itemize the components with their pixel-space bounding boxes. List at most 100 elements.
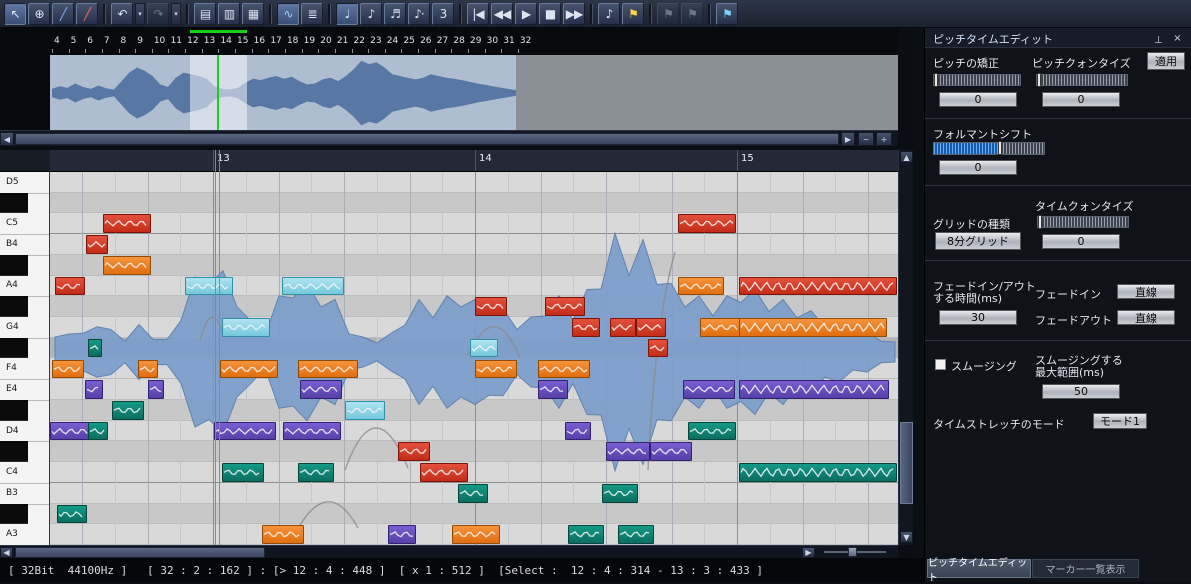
note-block[interactable]	[103, 214, 151, 233]
piano-key-C#5[interactable]	[0, 193, 28, 214]
note-block[interactable]	[452, 525, 500, 544]
play-button-icon[interactable]: ▶	[515, 3, 537, 25]
pin-icon[interactable]: ⊤	[1150, 30, 1167, 47]
piano-key-F4[interactable]: F4	[6, 363, 17, 373]
scroll-right-icon[interactable]: ▶	[802, 547, 815, 558]
pitch-quantize-value[interactable]: 0	[1042, 92, 1120, 107]
note-block[interactable]	[112, 401, 144, 420]
note-block[interactable]	[420, 463, 468, 482]
eraser-tool-icon[interactable]: ╱	[76, 3, 98, 25]
note-block[interactable]	[52, 360, 84, 379]
note-block[interactable]	[648, 339, 668, 358]
piano-key-C4[interactable]: C4	[6, 467, 18, 477]
note-block[interactable]	[298, 463, 334, 482]
note-block[interactable]	[683, 380, 735, 399]
note-block[interactable]	[185, 277, 233, 296]
note-block[interactable]	[606, 442, 650, 461]
fast-forward-button-icon[interactable]: ▶▶	[563, 3, 585, 25]
fade-out-button[interactable]: 直線	[1117, 310, 1175, 325]
note-block[interactable]	[283, 422, 341, 441]
note-block[interactable]	[602, 484, 638, 503]
note-block[interactable]	[85, 380, 103, 399]
zoom-slider-handle[interactable]	[848, 547, 857, 557]
formant-shift-value[interactable]: 0	[939, 160, 1017, 175]
note-block[interactable]	[545, 297, 585, 316]
note-block[interactable]	[300, 380, 342, 399]
note-quarter-button-icon[interactable]: ♩	[336, 3, 358, 25]
note-block[interactable]	[739, 463, 897, 482]
grid-type-button[interactable]: 8分グリッド	[935, 232, 1021, 250]
scroll-left-icon[interactable]: ◀	[0, 547, 13, 558]
note-block[interactable]	[88, 422, 108, 441]
note-edit-button-icon[interactable]: ♪	[598, 3, 620, 25]
note-block[interactable]	[565, 422, 591, 441]
time-stretch-mode-button[interactable]: モード1	[1093, 413, 1147, 429]
meter-window-button-icon[interactable]: ▦	[242, 3, 264, 25]
piano-key-C5[interactable]: C5	[6, 218, 18, 228]
note-block[interactable]	[222, 318, 270, 337]
pen-tool-icon[interactable]: ╱	[52, 3, 74, 25]
scroll-up-icon[interactable]: ▲	[900, 151, 913, 163]
formant-shift-slider[interactable]	[933, 142, 1045, 155]
pitch-correction-slider[interactable]	[933, 74, 1021, 86]
piano-key-G4[interactable]: G4	[6, 322, 19, 332]
overview-playhead[interactable]	[217, 55, 219, 130]
smoothing-checkbox[interactable]	[935, 359, 946, 370]
piano-key-B4[interactable]: B4	[6, 239, 18, 249]
waveform-window-button-icon[interactable]: ▤	[194, 3, 216, 25]
note-triplet-button-icon[interactable]: 3	[432, 3, 454, 25]
note-eighth-button-icon[interactable]: ♪	[360, 3, 382, 25]
undo-button-icon[interactable]: ↶	[111, 3, 133, 25]
overview-zoom-in-button[interactable]: +	[876, 132, 892, 146]
note-block[interactable]	[88, 339, 102, 358]
note-block[interactable]	[739, 380, 889, 399]
scroll-down-icon[interactable]: ▼	[900, 531, 913, 543]
note-sixteenth-button-icon[interactable]: ♬	[384, 3, 406, 25]
note-block[interactable]	[398, 442, 430, 461]
piano-key-G#4[interactable]	[0, 296, 28, 317]
pitch-edit-canvas[interactable]	[50, 172, 898, 545]
marker-list-button-icon[interactable]: ⚑	[716, 3, 738, 25]
pitch-curve-tool-icon[interactable]: ∿	[277, 3, 299, 25]
marker-prev-button-icon[interactable]: ⚑	[657, 3, 679, 25]
marker-next-button-icon[interactable]: ⚑	[681, 3, 703, 25]
note-block[interactable]	[148, 380, 164, 399]
note-block[interactable]	[214, 422, 276, 441]
note-block[interactable]	[688, 422, 736, 441]
note-block[interactable]	[345, 401, 385, 420]
overview-zoom-out-button[interactable]: −	[858, 132, 874, 146]
marker-add-button-icon[interactable]: ⚑	[622, 3, 644, 25]
overview-scroll-right-icon[interactable]: ▶	[841, 132, 855, 146]
fade-in-button[interactable]: 直線	[1117, 284, 1175, 299]
vertical-scroll-thumb[interactable]	[900, 422, 913, 504]
redo-button-dropdown-icon[interactable]: ▾	[171, 3, 181, 25]
overview-scroll-left-icon[interactable]: ◀	[0, 132, 14, 146]
note-block[interactable]	[678, 277, 724, 296]
overview-scroll-thumb[interactable]	[15, 133, 839, 145]
note-block[interactable]	[610, 318, 636, 337]
pitch-quantize-slider[interactable]	[1036, 74, 1128, 86]
note-block[interactable]	[55, 277, 85, 296]
main-ruler[interactable]: 131415	[50, 150, 898, 172]
stop-button-icon[interactable]: ■	[539, 3, 561, 25]
time-quantize-value[interactable]: 0	[1042, 234, 1120, 249]
note-block[interactable]	[138, 360, 158, 379]
note-dotted-eighth-button-icon[interactable]: ♪·	[408, 3, 430, 25]
undo-button-dropdown-icon[interactable]: ▾	[135, 3, 145, 25]
piano-key-E4[interactable]: E4	[6, 384, 17, 394]
note-block[interactable]	[650, 442, 692, 461]
smoothing-range-value[interactable]: 50	[1042, 384, 1120, 399]
note-block[interactable]	[618, 525, 654, 544]
note-block[interactable]	[50, 422, 90, 441]
horizontal-scroll-thumb[interactable]	[15, 547, 265, 558]
note-block[interactable]	[220, 360, 278, 379]
rewind-button-icon[interactable]: ◀◀	[491, 3, 513, 25]
apply-button[interactable]: 適用	[1147, 52, 1185, 70]
playhead[interactable]	[215, 150, 216, 545]
piano-key-B3[interactable]: B3	[6, 488, 18, 498]
piano-key-A#3[interactable]	[0, 504, 28, 525]
selection-start-line[interactable]	[219, 150, 220, 545]
note-block[interactable]	[700, 318, 742, 337]
note-block[interactable]	[572, 318, 600, 337]
piano-key-D#4[interactable]	[0, 400, 28, 421]
